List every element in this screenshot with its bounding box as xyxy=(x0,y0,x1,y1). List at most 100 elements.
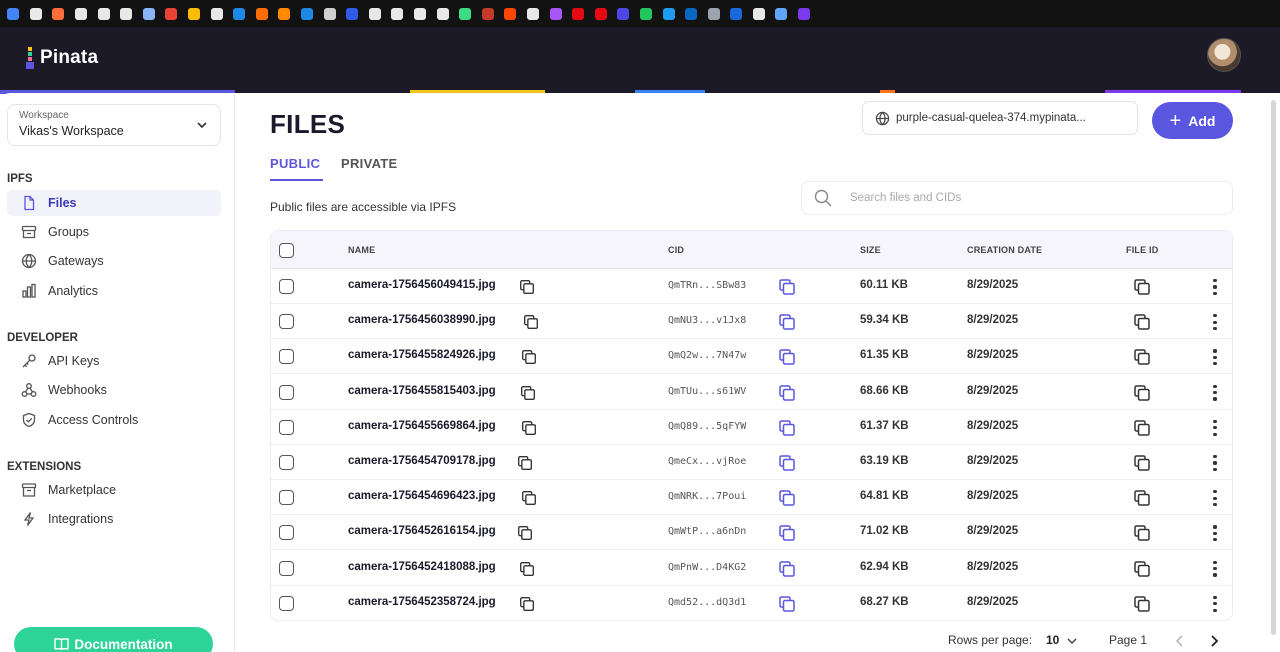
bookmark-icon[interactable] xyxy=(142,7,155,20)
copy-cid-icon[interactable] xyxy=(777,277,797,297)
more-options-icon[interactable] xyxy=(1209,453,1221,473)
sidebar-item-groups[interactable]: Groups xyxy=(7,219,221,245)
copy-cid-icon[interactable] xyxy=(777,347,797,367)
copy-name-icon[interactable] xyxy=(518,595,536,613)
bookmark-icon[interactable] xyxy=(75,7,88,20)
sidebar-item-gateways[interactable]: Gateways xyxy=(7,248,221,274)
bookmark-icon[interactable] xyxy=(436,7,449,20)
copy-name-icon[interactable] xyxy=(518,278,536,296)
copy-cid-icon[interactable] xyxy=(777,383,797,403)
column-header-creation-date[interactable]: CREATION DATE xyxy=(967,245,1042,255)
select-all-checkbox[interactable] xyxy=(279,243,294,258)
copy-name-icon[interactable] xyxy=(520,489,538,507)
table-row[interactable]: camera-1756455669864.jpg QmQ89...5qFYW 61.… xyxy=(271,410,1232,445)
file-name[interactable]: camera-1756456049415.jpg xyxy=(348,279,496,291)
row-checkbox[interactable] xyxy=(279,279,294,294)
column-header-cid[interactable]: CID xyxy=(668,245,684,255)
add-button[interactable]: + Add xyxy=(1152,102,1233,139)
copy-file-id-icon[interactable] xyxy=(1132,453,1152,473)
file-name[interactable]: camera-1756455824926.jpg xyxy=(348,349,496,361)
copy-cid-icon[interactable] xyxy=(777,418,797,438)
bookmark-icon[interactable] xyxy=(413,7,426,20)
row-checkbox[interactable] xyxy=(279,595,294,611)
more-options-icon[interactable] xyxy=(1209,418,1221,438)
bookmark-icon[interactable] xyxy=(617,7,630,20)
row-checkbox[interactable] xyxy=(279,419,294,435)
table-row[interactable]: camera-1756452358724.jpg Qmd52...dQ3d1 68.… xyxy=(271,586,1232,620)
file-name[interactable]: camera-1756456038990.jpg xyxy=(348,314,496,326)
row-checkbox[interactable] xyxy=(279,560,294,576)
table-row[interactable]: camera-1756452616154.jpg QmWtP...a6nDn 71.… xyxy=(271,515,1232,551)
bookmark-icon[interactable] xyxy=(549,7,562,20)
bookmark-icon[interactable] xyxy=(775,7,788,20)
bookmark-icon[interactable] xyxy=(685,7,698,20)
bookmark-icon[interactable] xyxy=(165,7,178,20)
column-header-name[interactable]: NAME xyxy=(348,245,375,255)
file-name[interactable]: camera-1756452418088.jpg xyxy=(348,561,496,573)
bookmark-icon[interactable] xyxy=(639,7,652,20)
copy-file-id-icon[interactable] xyxy=(1132,523,1152,543)
table-row[interactable]: camera-1756455824926.jpg QmQ2w...7N47w 61.… xyxy=(271,339,1232,375)
file-name[interactable]: camera-1756452358724.jpg xyxy=(348,596,496,608)
copy-file-id-icon[interactable] xyxy=(1132,594,1152,614)
copy-cid-icon[interactable] xyxy=(777,453,797,473)
more-options-icon[interactable] xyxy=(1209,488,1221,508)
bookmark-icon[interactable] xyxy=(188,7,201,20)
bookmark-icon[interactable] xyxy=(210,7,223,20)
more-options-icon[interactable] xyxy=(1209,594,1221,614)
row-checkbox[interactable] xyxy=(279,490,294,506)
bookmark-icon[interactable] xyxy=(120,7,133,20)
copy-file-id-icon[interactable] xyxy=(1132,418,1152,438)
chevron-right-icon[interactable] xyxy=(1207,634,1221,648)
bookmark-icon[interactable] xyxy=(255,7,268,20)
bookmark-icon[interactable] xyxy=(52,7,65,20)
copy-name-icon[interactable] xyxy=(520,348,538,366)
more-options-icon[interactable] xyxy=(1209,347,1221,367)
table-row[interactable]: camera-1756455815403.jpg QmTUu...s61WV 68.… xyxy=(271,375,1232,410)
copy-file-id-icon[interactable] xyxy=(1132,488,1152,508)
file-name[interactable]: camera-1756452616154.jpg xyxy=(348,525,496,537)
row-checkbox[interactable] xyxy=(279,525,294,541)
copy-name-icon[interactable] xyxy=(522,313,540,331)
bookmark-icon[interactable] xyxy=(662,7,675,20)
copy-name-icon[interactable] xyxy=(516,524,534,542)
pinata-logo[interactable]: Pinata xyxy=(24,47,98,69)
column-header-file-id[interactable]: FILE ID xyxy=(1126,245,1158,255)
sidebar-item-webhooks[interactable]: Webhooks xyxy=(7,377,221,403)
row-checkbox[interactable] xyxy=(279,349,294,365)
page-scrollbar[interactable] xyxy=(1271,100,1276,635)
chevron-left-icon[interactable] xyxy=(1173,634,1187,648)
copy-cid-icon[interactable] xyxy=(777,488,797,508)
more-options-icon[interactable] xyxy=(1209,559,1221,579)
sidebar-item-analytics[interactable]: Analytics xyxy=(7,278,221,304)
bookmark-icon[interactable] xyxy=(278,7,291,20)
file-name[interactable]: camera-1756455669864.jpg xyxy=(348,420,496,432)
bookmark-icon[interactable] xyxy=(459,7,472,20)
more-options-icon[interactable] xyxy=(1209,312,1221,332)
search-bar[interactable] xyxy=(801,181,1233,215)
avatar-icon[interactable] xyxy=(1207,38,1241,72)
bookmark-icon[interactable] xyxy=(752,7,765,20)
sidebar-item-marketplace[interactable]: Marketplace xyxy=(7,477,221,503)
copy-name-icon[interactable] xyxy=(516,454,534,472)
bookmark-icon[interactable] xyxy=(391,7,404,20)
copy-file-id-icon[interactable] xyxy=(1132,277,1152,297)
copy-file-id-icon[interactable] xyxy=(1132,383,1152,403)
more-options-icon[interactable] xyxy=(1209,383,1221,403)
copy-file-id-icon[interactable] xyxy=(1132,559,1152,579)
bookmark-icon[interactable] xyxy=(707,7,720,20)
copy-file-id-icon[interactable] xyxy=(1132,347,1152,367)
tab-public[interactable]: PUBLIC xyxy=(270,156,320,171)
bookmark-icon[interactable] xyxy=(504,7,517,20)
more-options-icon[interactable] xyxy=(1209,277,1221,297)
bookmark-icon[interactable] xyxy=(594,7,607,20)
bookmark-icon[interactable] xyxy=(29,7,42,20)
sidebar-item-integrations[interactable]: Integrations xyxy=(7,506,221,532)
gateway-selector[interactable]: purple-casual-quelea-374.mypinata... xyxy=(862,101,1138,135)
row-checkbox[interactable] xyxy=(279,455,294,470)
workspace-selector[interactable]: Workspace Vikas's Workspace xyxy=(7,104,221,146)
search-input[interactable] xyxy=(850,192,1190,204)
copy-file-id-icon[interactable] xyxy=(1132,312,1152,332)
bookmark-icon[interactable] xyxy=(730,7,743,20)
more-options-icon[interactable] xyxy=(1209,523,1221,543)
